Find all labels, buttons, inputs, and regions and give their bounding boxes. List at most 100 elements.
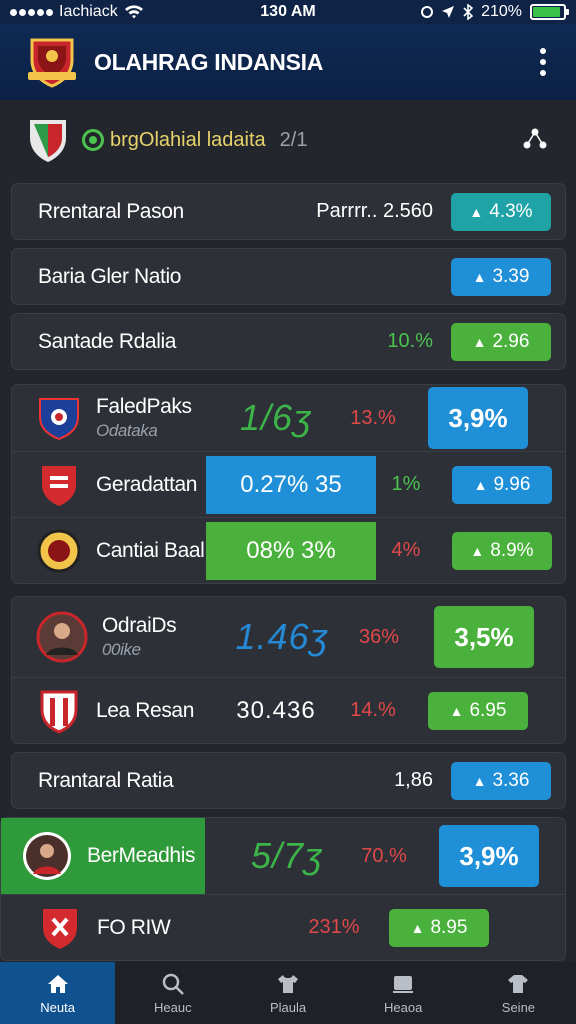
alarm-icon <box>421 6 434 18</box>
share-icon[interactable] <box>520 125 550 155</box>
team-name-text: FaledPaks <box>96 395 192 418</box>
badge-value: 8.95 <box>430 916 468 938</box>
app-title: OLAHRAG INDANSIA <box>94 48 324 75</box>
tab-home[interactable]: Neuta <box>0 962 116 1024</box>
team-photo-avatar <box>23 832 71 880</box>
change-badge[interactable]: ▲ 8.9% <box>452 531 552 570</box>
tab-label: Neuta <box>40 999 75 1015</box>
badge-value: 3.39 <box>492 265 530 287</box>
tab-search[interactable]: Heauc <box>115 962 230 1024</box>
row-label: Rrantaral Ratia <box>38 768 174 792</box>
odds-button[interactable]: 3,9% <box>428 387 528 449</box>
battery-icon <box>530 4 569 20</box>
summary-card[interactable]: Rrentaral Pason Parrrr.. 2.560 ▲ 4.3% <box>11 183 566 240</box>
row-label: Rrentaral Pason <box>38 199 184 223</box>
team-subtitle: 00ike <box>102 640 141 659</box>
score: 30.436 <box>236 696 316 724</box>
team-name: BerMeadhis <box>87 844 227 868</box>
team-crest <box>39 398 79 441</box>
percent: 36% <box>358 625 400 648</box>
team-name-text: FO RIW <box>97 915 171 939</box>
summary-card[interactable]: Santade Rdalia 10.% ▲ 2.96 <box>11 313 566 370</box>
status-bar: Iachiack 130 AM 210% <box>0 0 576 24</box>
up-arrow-icon: ▲ <box>472 333 487 350</box>
team-name-text: Geradattan <box>96 472 198 496</box>
summary-row[interactable]: Baria Gler Natio ▲ 3.39 <box>12 249 565 304</box>
up-arrow-icon: ▲ <box>472 772 487 789</box>
more-menu-button[interactable] <box>532 40 554 84</box>
change-badge[interactable]: ▲ 3.36 <box>451 761 551 800</box>
league-count: 2/1 <box>279 128 308 151</box>
sub-header: brgOlahial ladaita 2/1 <box>0 104 576 176</box>
change-badge[interactable]: ▲ 6.95 <box>428 691 528 730</box>
shirt-icon <box>508 974 529 993</box>
bluetooth-icon <box>463 4 474 20</box>
summary-row[interactable]: Rrantaral Ratia 1,86 ▲ 3.36 <box>12 753 565 808</box>
tab-news[interactable]: Heaoa <box>346 962 461 1024</box>
battery-label: 210% <box>481 3 522 20</box>
bottom-tab-bar: Neuta Heauc Plaula Heaoa Seine <box>0 962 576 1024</box>
team-name-text: Lea Resan <box>96 698 194 722</box>
team-name: Geradattan <box>96 473 206 497</box>
team-subtitle: Odataka <box>96 421 158 440</box>
team-name-text: Cantiai Baal <box>96 538 205 562</box>
percent: 4% <box>391 539 421 561</box>
tab-label: Seine <box>501 999 536 1015</box>
score: 1/6ʒ <box>239 397 313 438</box>
change-badge[interactable]: ▲ 9.96 <box>452 465 552 504</box>
badge-value: 3.36 <box>492 769 530 791</box>
tab-settings[interactable]: Seine <box>461 962 576 1024</box>
odds-button[interactable]: 3,5% <box>434 606 534 668</box>
row-value: Parrrr.. 2.560 <box>316 200 433 222</box>
match-group: OdraiDs 00ike 1.46ʒ 36% 3,5% Lea Resan 30… <box>11 596 566 744</box>
wifi-icon <box>124 5 143 19</box>
summary-card[interactable]: Rrantaral Ratia 1,86 ▲ 3.36 <box>11 752 566 809</box>
summary-card[interactable]: Baria Gler Natio ▲ 3.39 <box>11 248 566 305</box>
carrier-label: Iachiack <box>59 3 118 20</box>
row-label: Baria Gler Natio <box>38 264 181 288</box>
team-row-selected[interactable]: BerMeadhis 5/7ʒ 70.% 3,9% <box>1 818 565 894</box>
live-score-highlight[interactable]: 0.27% 35 <box>206 455 376 514</box>
signal-icon <box>10 8 53 16</box>
percent: 13.% <box>350 406 396 429</box>
app-header: OLAHRAG INDANSIA <box>0 24 576 100</box>
team-crest <box>43 908 77 949</box>
team-name: Lea Resan <box>96 699 216 723</box>
team-name-text: OdraiDs <box>102 614 177 637</box>
score: 1.46ʒ <box>235 616 329 657</box>
location-icon <box>442 6 455 18</box>
badge-value: 2.96 <box>492 330 530 352</box>
percent: 70.% <box>361 844 407 867</box>
team-name-text: BerMeadhis <box>87 844 196 867</box>
change-badge[interactable]: ▲ 2.96 <box>451 322 551 361</box>
percent: 1% <box>391 473 421 495</box>
team-row[interactable]: Cantiai Baal 08% 3% 4% ▲ 8.9% <box>12 517 565 583</box>
percent: 14.% <box>350 699 396 721</box>
row-value: 1,86 <box>394 769 433 791</box>
badge-value: 6.95 <box>469 699 507 721</box>
up-arrow-icon: ▲ <box>449 702 464 719</box>
tab-label: Heauc <box>154 999 192 1015</box>
team-photo-avatar <box>36 611 88 663</box>
change-badge[interactable]: ▲ 8.95 <box>389 908 489 947</box>
team-name: OdraiDs 00ike <box>102 614 222 660</box>
team-row[interactable]: FO RIW 231% ▲ 8.95 <box>1 894 565 960</box>
change-badge[interactable]: ▲ 3.39 <box>451 257 551 296</box>
live-score-highlight[interactable]: 08% 3% <box>206 521 376 580</box>
summary-row[interactable]: Rrentaral Pason Parrrr.. 2.560 ▲ 4.3% <box>12 184 565 239</box>
team-row[interactable]: OdraiDs 00ike 1.46ʒ 36% 3,5% <box>12 597 565 677</box>
team-row[interactable]: Geradattan 0.27% 35 1% ▲ 9.96 <box>12 451 565 517</box>
up-arrow-icon: ▲ <box>469 203 484 220</box>
status-right: 210% <box>421 3 569 21</box>
team-row[interactable]: FaledPaks Odataka 1/6ʒ 13.% 3,9% <box>12 385 565 451</box>
app-logo-crest <box>28 38 76 88</box>
change-badge[interactable]: ▲ 4.3% <box>451 192 551 231</box>
row-value: 10.% <box>387 330 433 352</box>
score: 5/7ʒ <box>250 835 324 876</box>
standings-list: Rrentaral Pason Parrrr.. 2.560 ▲ 4.3% Bar… <box>0 183 566 969</box>
tab-players[interactable]: Plaula <box>230 962 345 1024</box>
jersey-icon <box>278 974 298 993</box>
odds-button[interactable]: 3,9% <box>439 825 539 887</box>
summary-row[interactable]: Santade Rdalia 10.% ▲ 2.96 <box>12 314 565 369</box>
team-row[interactable]: Lea Resan 30.436 14.% ▲ 6.95 <box>12 677 565 743</box>
